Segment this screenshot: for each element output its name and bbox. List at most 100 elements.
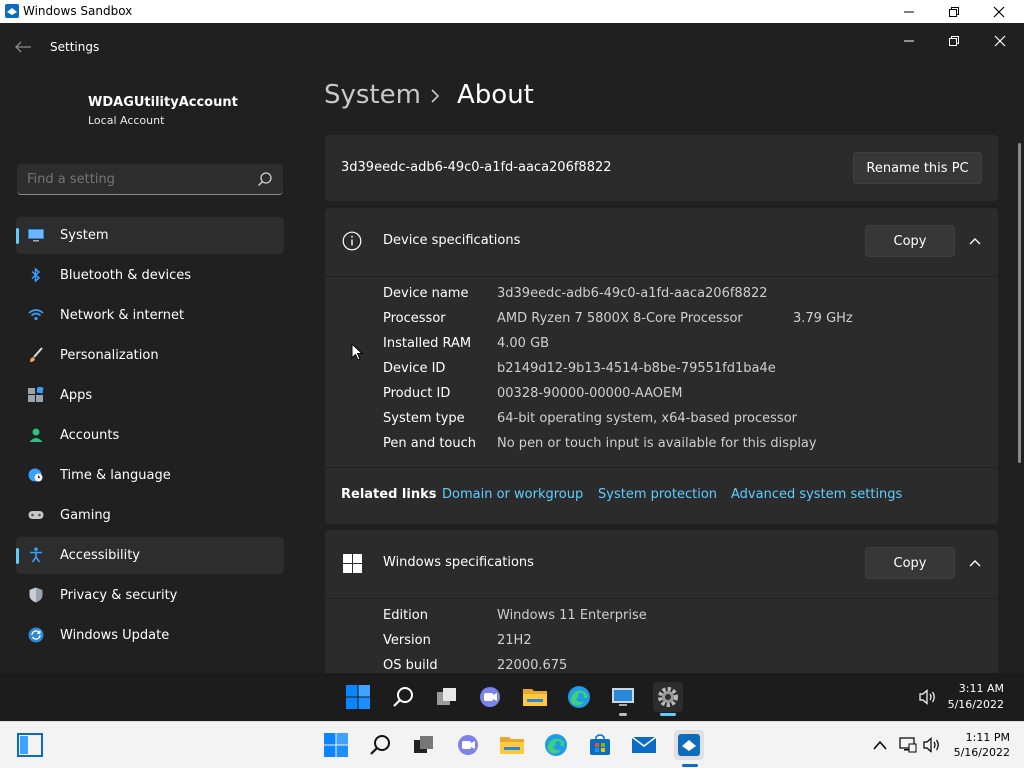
volume-icon[interactable] — [923, 737, 941, 753]
minimize-icon — [904, 11, 914, 12]
sidebar-item-label: Accessibility — [60, 548, 140, 563]
related-links: Related links Domain or workgroup System… — [325, 468, 998, 524]
mail-icon — [631, 736, 657, 753]
host-search-button[interactable] — [366, 731, 394, 759]
host-chat-button[interactable] — [454, 731, 482, 759]
chevron-up-icon[interactable] — [969, 559, 981, 567]
network-icon[interactable] — [899, 736, 917, 754]
sidebar-item-accounts[interactable]: Accounts — [16, 417, 284, 454]
inner-time: 3:11 AM — [958, 682, 1004, 695]
sidebar-item-label: Network & internet — [60, 308, 185, 323]
chevron-up-icon[interactable] — [969, 237, 981, 245]
sandbox-close-button[interactable] — [976, 0, 1022, 23]
shield-icon — [29, 587, 43, 603]
inner-file-explorer-button[interactable] — [521, 683, 549, 711]
accessibility-icon — [30, 547, 42, 563]
host-mail-button[interactable] — [630, 731, 658, 759]
back-arrow-icon[interactable] — [14, 40, 32, 54]
close-icon — [993, 6, 1005, 17]
spec-value: 4.00 GB — [497, 336, 550, 351]
sidebar-item-gaming[interactable]: Gaming — [16, 497, 284, 534]
spec-key: System type — [383, 411, 465, 426]
sidebar-item-network[interactable]: Network & internet — [16, 297, 284, 334]
host-start-button[interactable] — [322, 731, 350, 759]
device-specs-header[interactable]: Device specifications Copy — [325, 208, 998, 276]
user-name[interactable]: WDAGUtilityAccount — [88, 95, 238, 110]
sidebar-item-privacy[interactable]: Privacy & security — [16, 577, 284, 614]
sidebar-item-label: Privacy & security — [60, 588, 178, 603]
spec-key: Installed RAM — [383, 336, 472, 351]
sandbox-maximize-button[interactable] — [931, 0, 977, 23]
settings-close-button[interactable] — [977, 26, 1023, 56]
breadcrumb-parent[interactable]: System — [324, 80, 421, 110]
sidebar-item-label: System — [60, 228, 109, 243]
pc-name-card: 3d39eedc-adb6-49c0-a1fd-aaca206f8822 Ren… — [325, 135, 998, 201]
inner-task-view-button[interactable] — [433, 683, 461, 711]
close-icon — [994, 35, 1006, 47]
link-advanced-system-settings[interactable]: Advanced system settings — [731, 487, 902, 502]
folder-icon — [500, 737, 524, 754]
restore-icon — [949, 6, 959, 17]
inner-search-button[interactable] — [389, 683, 417, 711]
globe-clock-icon — [28, 468, 43, 482]
host-file-explorer-button[interactable] — [498, 731, 526, 759]
settings-maximize-button[interactable] — [931, 26, 977, 56]
search-icon[interactable] — [257, 171, 273, 187]
inner-start-button[interactable] — [344, 683, 372, 711]
sandbox-title: Windows Sandbox — [23, 4, 133, 18]
search-icon — [393, 687, 413, 707]
processor-speed: 3.79 GHz — [793, 311, 853, 326]
sidebar-item-windows-update[interactable]: Windows Update — [16, 617, 284, 654]
spec-value: 64-bit operating system, x64-based proce… — [497, 411, 797, 426]
person-icon — [29, 428, 43, 442]
chevron-up-icon[interactable] — [873, 740, 887, 750]
windows-specs-body: Edition Windows 11 Enterprise Version 21… — [325, 599, 998, 673]
task-view-icon — [414, 736, 433, 753]
folder-icon — [523, 689, 547, 706]
inner-chat-button[interactable] — [476, 683, 504, 711]
sidebar-item-label: Bluetooth & devices — [60, 268, 191, 283]
sidebar-item-apps[interactable]: Apps — [16, 377, 284, 414]
desktop-panel-icon — [17, 733, 43, 757]
inner-edge-button[interactable] — [565, 683, 593, 711]
sandbox-taskbar: 3:11 AM 5/16/2022 — [0, 673, 1024, 721]
sidebar-item-time-language[interactable]: Time & language — [16, 457, 284, 494]
chat-icon — [480, 687, 500, 707]
settings-minimize-button[interactable] — [886, 26, 932, 56]
rename-pc-button[interactable]: Rename this PC — [853, 152, 982, 184]
inner-settings-button[interactable] — [653, 682, 683, 712]
sidebar-item-bluetooth[interactable]: Bluetooth & devices — [16, 257, 284, 294]
related-links-label: Related links — [341, 487, 437, 502]
sidebar-item-system[interactable]: System — [16, 217, 284, 254]
sidebar-item-personalization[interactable]: Personalization — [16, 337, 284, 374]
host-task-view-button[interactable] — [410, 731, 438, 759]
active-app-indicator — [682, 764, 698, 767]
inner-remote-app-button[interactable] — [609, 683, 637, 711]
host-desktop-switcher[interactable] — [16, 731, 44, 759]
running-indicator — [619, 713, 627, 716]
link-system-protection[interactable]: System protection — [598, 487, 717, 502]
inner-clock[interactable]: 3:11 AM 5/16/2022 — [948, 681, 1004, 713]
host-sandbox-button[interactable] — [674, 730, 704, 760]
sandbox-minimize-button[interactable] — [886, 0, 932, 23]
search-input[interactable] — [17, 164, 259, 195]
host-edge-button[interactable] — [542, 731, 570, 759]
sidebar-item-label: Accounts — [60, 428, 120, 443]
search-box[interactable] — [17, 164, 283, 195]
host-store-button[interactable] — [586, 731, 614, 759]
link-domain-workgroup[interactable]: Domain or workgroup — [442, 487, 583, 502]
host-taskbar: 1:11 PM 5/16/2022 — [0, 721, 1024, 768]
scrollbar[interactable] — [1018, 143, 1021, 463]
host-clock[interactable]: 1:11 PM 5/16/2022 — [954, 730, 1010, 760]
windows-specs-header[interactable]: Windows specifications Copy — [325, 530, 998, 598]
sidebar-item-label: Windows Update — [60, 628, 170, 643]
sidebar-item-accessibility[interactable]: Accessibility — [16, 537, 284, 574]
store-icon — [590, 734, 610, 755]
copy-windows-specs-button[interactable]: Copy — [865, 547, 955, 579]
copy-device-specs-button[interactable]: Copy — [865, 225, 955, 257]
apps-icon — [28, 387, 44, 402]
task-view-icon — [437, 688, 456, 705]
volume-icon[interactable] — [919, 689, 937, 705]
gear-icon — [658, 687, 678, 707]
bluetooth-icon — [31, 267, 41, 283]
